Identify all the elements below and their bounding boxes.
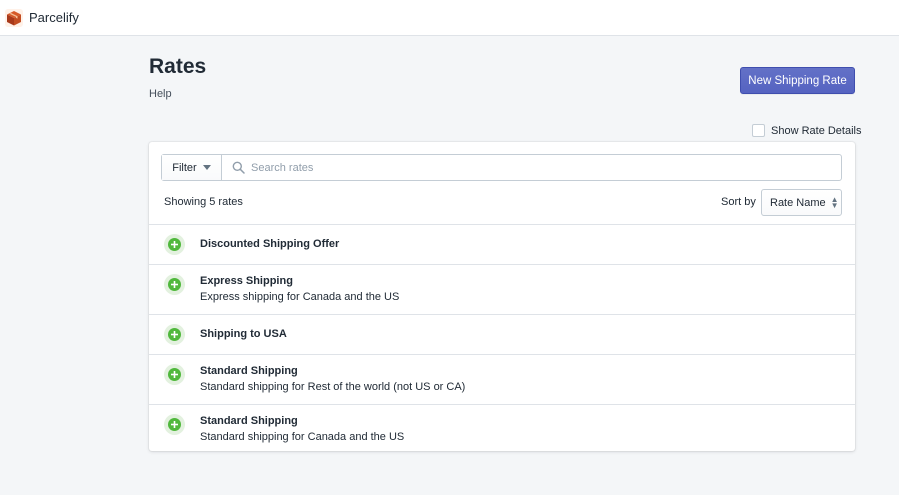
- rate-row[interactable]: Standard Shipping Standard shipping for …: [149, 404, 855, 454]
- results-count: Showing 5 rates: [164, 196, 243, 208]
- show-rate-details-label: Show Rate Details: [771, 124, 862, 137]
- package-box-icon: [5, 8, 23, 27]
- page-title: Rates: [149, 55, 207, 78]
- rate-list: Discounted Shipping Offer Express Shippi…: [149, 224, 855, 454]
- plus-circle-icon: [164, 364, 185, 385]
- rate-name: Discounted Shipping Offer: [200, 238, 340, 250]
- search-input[interactable]: [251, 161, 841, 174]
- sort-select-value: Rate Name: [770, 196, 826, 209]
- rate-row[interactable]: Shipping to USA: [149, 314, 855, 354]
- rate-row[interactable]: Express Shipping Express shipping for Ca…: [149, 264, 855, 314]
- rate-row[interactable]: Discounted Shipping Offer: [149, 224, 855, 264]
- show-rate-details-toggle[interactable]: Show Rate Details: [752, 124, 862, 137]
- search-icon: [232, 161, 245, 174]
- rate-row[interactable]: Standard Shipping Standard shipping for …: [149, 354, 855, 404]
- plus-circle-icon: [164, 274, 185, 295]
- search-field[interactable]: [222, 155, 841, 180]
- plus-circle-icon: [164, 414, 185, 435]
- sort-label: Sort by: [721, 196, 756, 208]
- rate-name: Standard Shipping: [200, 365, 298, 377]
- plus-circle-icon: [164, 234, 185, 255]
- app-name: Parcelify: [29, 10, 79, 25]
- rate-description: Standard shipping for Canada and the US: [200, 431, 405, 443]
- filter-bar: Filter: [161, 154, 842, 181]
- rate-name: Standard Shipping: [200, 415, 298, 427]
- rates-card: Filter Showing 5 rates Sort by Rate Name…: [149, 142, 855, 451]
- rate-name: Shipping to USA: [200, 328, 287, 340]
- sort-select[interactable]: Rate Name ▲ ▼: [761, 189, 842, 216]
- filter-button[interactable]: Filter: [162, 155, 222, 180]
- caret-down-icon: [202, 165, 211, 170]
- top-bar: Parcelify: [0, 0, 899, 36]
- new-shipping-rate-button[interactable]: New Shipping Rate: [740, 67, 855, 94]
- rate-name: Express Shipping: [200, 275, 293, 287]
- filter-button-label: Filter: [172, 161, 197, 174]
- help-link[interactable]: Help: [149, 88, 172, 100]
- plus-circle-icon: [164, 324, 185, 345]
- show-rate-details-checkbox[interactable]: [752, 124, 765, 137]
- rate-description: Express shipping for Canada and the US: [200, 291, 400, 303]
- sort-arrows-icon: ▲ ▼: [830, 194, 839, 210]
- rate-description: Standard shipping for Rest of the world …: [200, 381, 466, 393]
